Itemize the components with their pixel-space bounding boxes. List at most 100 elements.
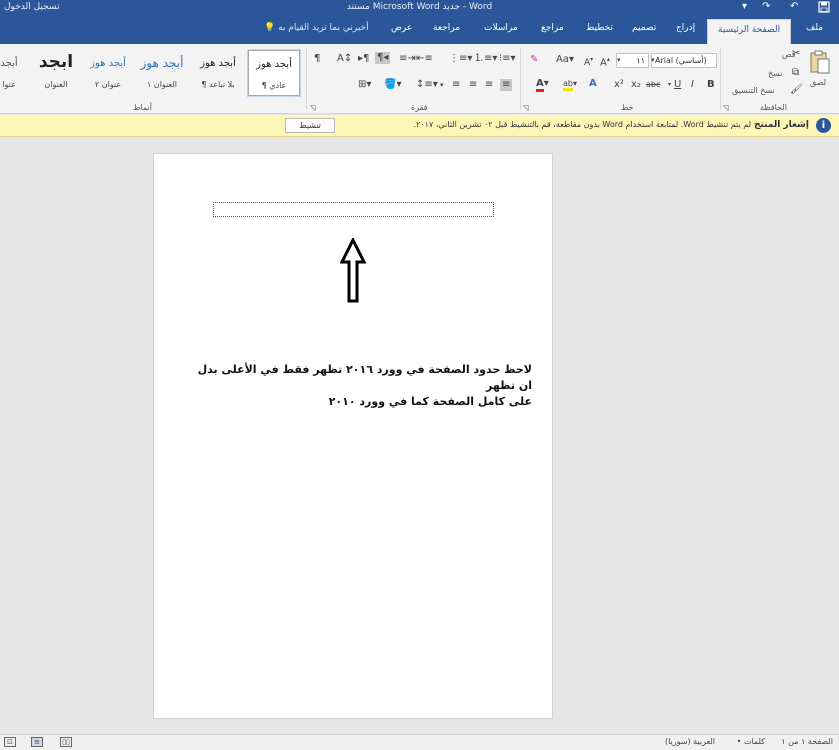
activate-button[interactable]: تنشيط <box>285 118 335 133</box>
style-sample: أبجد هوز <box>256 59 292 70</box>
style-normal[interactable]: أبجد هوز ¶ عادي <box>247 49 301 97</box>
undo-icon[interactable]: ↶ <box>790 0 798 14</box>
text-effects-icon[interactable]: A <box>589 78 597 90</box>
word-count[interactable]: • كلمات <box>737 737 765 746</box>
multilevel-list-icon[interactable]: ⋮≡▾ <box>449 53 472 65</box>
align-center-icon[interactable]: ≡ <box>485 79 493 91</box>
increase-indent-icon[interactable]: ≡⇥ <box>399 53 416 65</box>
style-name: عنوا <box>2 80 16 89</box>
style-name: العنوان ١ <box>146 80 177 89</box>
align-left-icon[interactable]: ≡ <box>469 79 477 91</box>
web-layout-icon[interactable]: ⊡ <box>4 737 16 747</box>
change-case-label: Aa <box>556 54 569 65</box>
line-spacing-icon[interactable]: ↕≡▾ <box>416 79 438 91</box>
tab-home[interactable]: الصفحة الرئيسية <box>707 19 792 44</box>
ltr-direction-icon[interactable]: ▸¶ <box>358 53 369 65</box>
font-size-value: ١١ <box>636 56 645 65</box>
page-count[interactable]: الصفحة ١ من ١ <box>781 737 833 746</box>
paragraph-launcher-icon[interactable]: ◹ <box>310 102 315 114</box>
highlight-icon[interactable]: ab▾ <box>563 78 577 91</box>
font-name-combo[interactable]: Arial (أساسي) <box>651 53 717 68</box>
show-marks-icon[interactable]: ¶ <box>314 53 320 65</box>
italic-button[interactable]: I <box>691 79 694 91</box>
bold-button[interactable]: B <box>707 79 715 91</box>
tab-references[interactable]: مراجع <box>541 23 564 33</box>
document-line: على كامل الصفحة كما في وورد ٢٠١٠ <box>328 395 532 408</box>
scissors-icon[interactable]: ✂ <box>792 48 800 60</box>
format-painter-icon[interactable]: 🖌 <box>790 84 803 96</box>
read-mode-icon[interactable]: ▯▯ <box>60 737 72 747</box>
align-right-icon[interactable]: ≡ <box>500 79 513 91</box>
style-title[interactable]: ابجد العنوان <box>31 50 81 96</box>
clipboard-launcher-icon[interactable]: ◹ <box>723 102 728 114</box>
title-bar: تسجيل الدخول مستند Microsoft Word جديد -… <box>0 0 839 14</box>
tell-me-label: أخبرني بما تريد القيام به <box>278 23 369 33</box>
print-layout-icon[interactable]: ≡ <box>31 737 43 747</box>
notice-title: إشعار المنتج <box>753 120 809 130</box>
superscript-button[interactable]: x² <box>614 79 624 91</box>
tab-mailings[interactable]: مراسلات <box>484 23 518 33</box>
chevron-down-icon[interactable]: ▾ <box>668 79 671 91</box>
style-sample: أبجد هوز <box>90 58 126 69</box>
ribbon-tab-bar: ملف الصفحة الرئيسية إدراج تصميم تخطيط مر… <box>0 14 839 44</box>
underline-button[interactable]: U <box>674 79 681 91</box>
style-name: العنوان <box>44 80 68 89</box>
chevron-down-icon[interactable]: ▾ <box>651 54 655 66</box>
tab-review[interactable]: مراجعة <box>433 23 460 33</box>
grow-font-icon[interactable]: A▴ <box>600 54 610 69</box>
sort-icon[interactable]: A↕ <box>337 53 352 65</box>
style-sample: أبجد هوز <box>140 56 184 70</box>
paste-label[interactable]: لصق <box>810 78 826 87</box>
group-separator <box>306 48 307 110</box>
lightbulb-icon: 💡 <box>264 23 276 33</box>
style-heading-1[interactable]: أبجد هوز العنوان ١ <box>137 50 187 96</box>
status-bar: الصفحة ١ من ١ • كلمات العربية (سوريا) ⊡ … <box>0 734 839 750</box>
strikethrough-button[interactable]: abc <box>646 79 660 91</box>
subscript-button[interactable]: x₂ <box>631 79 641 91</box>
customize-quick-access-icon[interactable]: ▾ <box>742 0 747 14</box>
clear-formatting-icon[interactable]: ✎ <box>530 54 538 66</box>
tell-me-box[interactable]: 💡 أخبرني بما تريد القيام به <box>264 23 369 33</box>
tab-design[interactable]: تصميم <box>632 23 656 33</box>
rtl-direction-icon[interactable]: ¶◂ <box>375 52 391 64</box>
document-line: لاحظ حدود الصفحة في وورد ٢٠١٦ تظهر فقط ف… <box>197 363 532 392</box>
chevron-down-icon[interactable]: ▾ <box>617 54 621 66</box>
style-subtitle[interactable]: أبجد عنوا <box>0 50 24 96</box>
style-name: ¶ بلا تباعد <box>201 80 235 89</box>
copy-label[interactable]: نسخ <box>768 69 783 78</box>
group-separator <box>520 48 521 110</box>
chevron-down-icon[interactable]: ▾ <box>440 79 444 91</box>
page-border-top <box>213 202 494 217</box>
font-color-icon[interactable]: A▾ <box>536 78 549 92</box>
justify-icon[interactable]: ≡ <box>452 79 460 91</box>
bullets-icon[interactable]: ⁝≡▾ <box>499 53 516 65</box>
tab-layout[interactable]: تخطيط <box>586 23 613 33</box>
font-launcher-icon[interactable]: ◹ <box>523 102 528 114</box>
paragraph-group-label: فقرة <box>411 103 428 112</box>
save-icon[interactable] <box>818 0 830 14</box>
document-page[interactable]: لاحظ حدود الصفحة في وورد ٢٠١٦ تظهر فقط ف… <box>153 153 553 719</box>
style-sample: أبجد هوز <box>200 58 236 69</box>
style-heading-2[interactable]: أبجد هوز عنوان ٢ <box>83 50 133 96</box>
borders-icon[interactable]: ⊞▾ <box>358 79 371 91</box>
format-painter-label[interactable]: نسخ التنسيق <box>732 86 775 95</box>
decrease-indent-icon[interactable]: ⇤≡ <box>416 53 433 65</box>
tab-view[interactable]: عرض <box>391 23 412 33</box>
tab-insert[interactable]: إدراج <box>676 23 695 33</box>
language-indicator[interactable]: العربية (سوريا) <box>665 737 715 746</box>
shrink-font-icon[interactable]: A▾ <box>584 54 593 69</box>
style-no-spacing[interactable]: أبجد هوز ¶ بلا تباعد <box>193 50 243 96</box>
group-separator <box>720 48 721 110</box>
numbering-icon[interactable]: ⒈≡▾ <box>474 53 497 65</box>
style-sample: أبجد <box>0 58 18 69</box>
document-body-text[interactable]: لاحظ حدود الصفحة في وورد ٢٠١٦ تظهر فقط ف… <box>192 362 532 410</box>
copy-icon[interactable]: ⧉ <box>792 67 799 79</box>
tab-file[interactable]: ملف <box>806 23 823 33</box>
shading-icon[interactable]: 🪣▾ <box>384 79 401 91</box>
paste-icon[interactable] <box>808 50 832 76</box>
redo-icon[interactable]: ↷ <box>762 0 770 14</box>
up-arrow-shape <box>340 238 366 303</box>
styles-group-label: أنماط <box>133 103 152 112</box>
style-sample: ابجد <box>38 52 74 72</box>
change-case-icon[interactable]: Aa▾ <box>556 54 574 66</box>
